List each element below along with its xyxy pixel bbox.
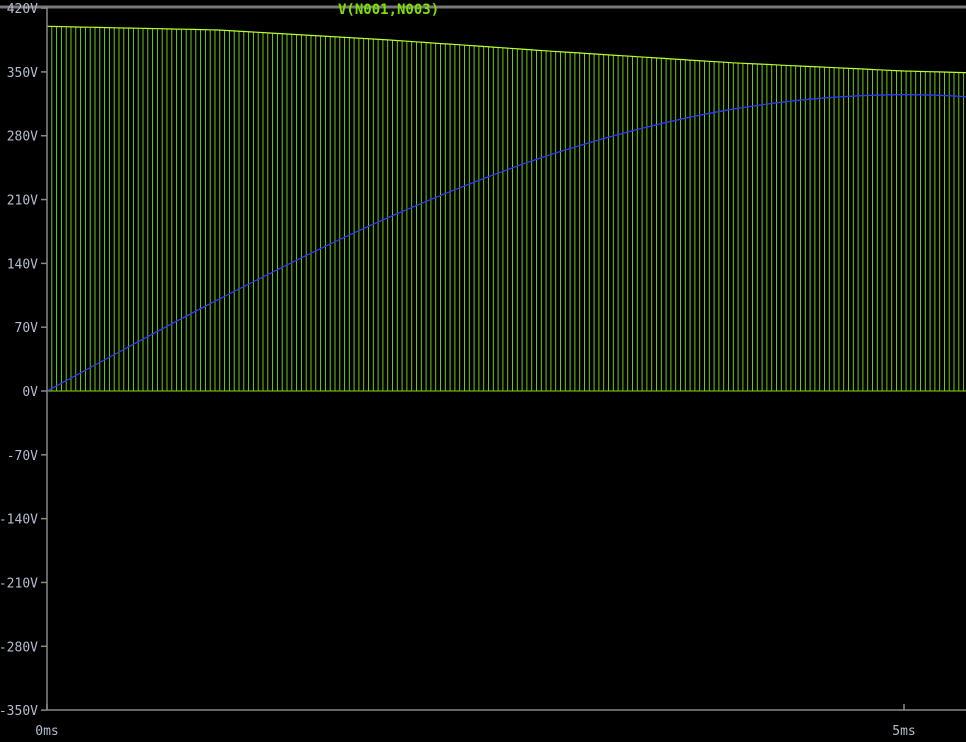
y-tick-label: 420V (7, 2, 38, 17)
y-tick-label: -350V (0, 704, 38, 719)
x-tick-label: 0ms (35, 724, 58, 739)
y-tick-label: 350V (7, 66, 38, 81)
y-tick-label: -70V (7, 449, 38, 464)
traces (46, 25, 966, 392)
y-tick-label: 70V (15, 321, 39, 336)
y-tick-label: 210V (7, 194, 38, 209)
y-tick-label: -140V (0, 513, 38, 528)
waveform-plot[interactable]: 420V 350V 280V 210V 140V 70V 0V -70V -140V -210V -… (0, 0, 966, 742)
trace-pwm-switching (46, 26, 966, 392)
y-axis-ticks: 420V 350V 280V 210V 140V 70V 0V -70V -140V -210V -… (0, 2, 47, 719)
y-tick-label: 280V (7, 130, 38, 145)
y-tick-label: 140V (7, 257, 38, 272)
trace-pwm-envelope (46, 25, 966, 74)
y-tick-label: -280V (0, 640, 38, 655)
y-tick-label: -210V (0, 576, 38, 591)
y-tick-label: 0V (22, 385, 38, 400)
x-tick-label: 5ms (892, 724, 915, 739)
trace-label[interactable]: V(N001,N003) (338, 2, 439, 18)
